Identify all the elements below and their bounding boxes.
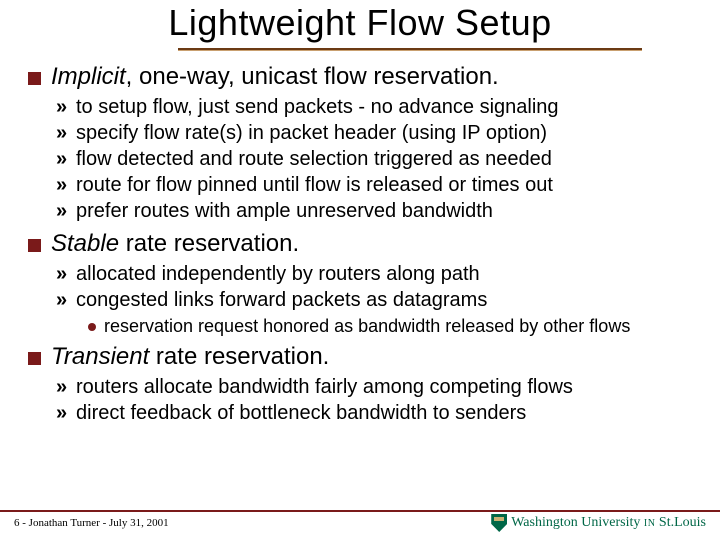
bullet-2-rest: rate reservation. [119,230,299,257]
bullet-1-emph: Implicit [51,63,126,90]
bullet-3-subs: »routers allocate bandwidth fairly among… [56,374,692,426]
sub-text: direct feedback of bottleneck bandwidth … [76,400,526,426]
slide-title: Lightweight Flow Setup [18,2,702,44]
square-bullet-icon [28,352,41,365]
footer-left: 6 - Jonathan Turner - July 31, 2001 [14,517,169,529]
bullet-2-subsubs: reservation request honored as bandwidth… [88,315,692,338]
footer: 6 - Jonathan Turner - July 31, 2001 Wash… [0,512,720,534]
square-bullet-icon [28,239,41,252]
bullet-2-subs: »allocated independently by routers alon… [56,261,692,313]
square-bullet-icon [28,72,41,85]
bullet-1-subs: »to setup flow, just send packets - no a… [56,94,692,224]
sub-text: specify flow rate(s) in packet header (u… [76,120,547,146]
sub-item: »routers allocate bandwidth fairly among… [56,374,692,400]
bullet-3-emph: Transient [51,343,149,370]
raquo-icon: » [56,400,70,426]
sub-item: »congested links forward packets as data… [56,287,692,313]
sub-text: congested links forward packets as datag… [76,287,487,313]
raquo-icon: » [56,287,70,313]
subsub-item: reservation request honored as bandwidth… [88,315,692,338]
sub-item: »prefer routes with ample unreserved ban… [56,198,692,224]
footer-right: Washington University IN St.Louis [491,514,706,532]
content: Implicit, one-way, unicast flow reservat… [18,51,702,426]
raquo-icon: » [56,261,70,287]
sub-text: prefer routes with ample unreserved band… [76,198,493,224]
sub-text: to setup flow, just send packets - no ad… [76,94,559,120]
bullet-1-rest: , one-way, unicast flow reservation. [126,63,499,90]
university-logo: Washington University IN St.Louis [491,514,706,532]
raquo-icon: » [56,172,70,198]
sub-item: »to setup flow, just send packets - no a… [56,94,692,120]
raquo-icon: » [56,120,70,146]
bullet-1-text: Implicit, one-way, unicast flow reservat… [51,63,499,92]
sub-text: flow detected and route selection trigge… [76,146,552,172]
bullet-3-text: Transient rate reservation. [51,343,329,372]
subsub-text: reservation request honored as bandwidth… [104,315,630,338]
raquo-icon: » [56,198,70,224]
bullet-2-emph: Stable [51,230,119,257]
shield-icon [491,514,507,532]
title-wrap: Lightweight Flow Setup [18,0,702,51]
bullet-3-rest: rate reservation. [149,343,329,370]
bullet-2: Stable rate reservation. [28,230,692,259]
sub-item: »specify flow rate(s) in packet header (… [56,120,692,146]
sub-item: »flow detected and route selection trigg… [56,146,692,172]
sub-text: routers allocate bandwidth fairly among … [76,374,573,400]
sub-text: route for flow pinned until flow is rele… [76,172,553,198]
bullet-1: Implicit, one-way, unicast flow reservat… [28,63,692,92]
bullet-3: Transient rate reservation. [28,343,692,372]
raquo-icon: » [56,94,70,120]
raquo-icon: » [56,374,70,400]
sub-item: »allocated independently by routers alon… [56,261,692,287]
bullet-2-text: Stable rate reservation. [51,230,299,259]
sub-item: »route for flow pinned until flow is rel… [56,172,692,198]
slide: Lightweight Flow Setup Implicit, one-way… [0,0,720,540]
sub-text: allocated independently by routers along… [76,261,480,287]
sub-item: »direct feedback of bottleneck bandwidth… [56,400,692,426]
raquo-icon: » [56,146,70,172]
university-name: Washington University IN St.Louis [511,515,706,531]
dot-bullet-icon [88,323,96,331]
